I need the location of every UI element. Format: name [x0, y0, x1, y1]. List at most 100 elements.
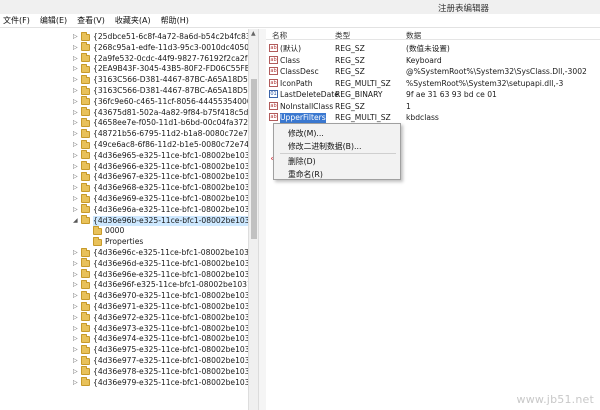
tree-item[interactable]: ▷ {48721b56-6795-11d2-b1a8-0080c72e74a2}	[0, 128, 248, 140]
expand-arrow-icon[interactable]: ▷	[73, 314, 78, 321]
tree-item-label: {4d36e979-e325-11ce-bfc1-08002be10318}	[93, 377, 248, 387]
tree-item[interactable]: ▷ {4d36e966-e325-11ce-bfc1-08002be10318}	[0, 161, 248, 173]
value-row[interactable]: ab Class REG_SZ Keyboard	[266, 55, 600, 67]
tree-scrollbar[interactable]: ▲	[248, 29, 258, 410]
collapse-arrow-icon[interactable]: ◢	[73, 217, 78, 224]
expand-arrow-icon[interactable]: ▷	[73, 109, 78, 116]
tree-item[interactable]: ▷ {4d36e96d-e325-11ce-bfc1-08002be10318}	[0, 258, 248, 270]
menu-view[interactable]: 查看(V)	[77, 15, 105, 26]
column-header-name[interactable]: 名称	[272, 30, 287, 41]
tree-item[interactable]: ▷ {2a9fe532-0cdc-44f9-9827-76192f2ca2fb}	[0, 53, 248, 65]
expand-arrow-icon[interactable]: ▷	[73, 206, 78, 213]
pane-splitter[interactable]	[258, 29, 266, 410]
expand-arrow-icon[interactable]: ▷	[73, 303, 78, 310]
tree-item[interactable]: ▷ {4d36e970-e325-11ce-bfc1-08002be10318}	[0, 290, 248, 302]
tree-item[interactable]: ▷ {43675d81-502a-4a82-9f84-b75f418c5dea}	[0, 107, 248, 119]
tree-item[interactable]: ▷ {4658ee7e-f050-11d1-b6bd-00c04fa372a7}	[0, 117, 248, 129]
expand-arrow-icon[interactable]: ▷	[73, 33, 78, 40]
tree-item[interactable]: ▷ {4d36e973-e325-11ce-bfc1-08002be10318}	[0, 323, 248, 335]
tree-item[interactable]: ▷ {4d36e96e-e325-11ce-bfc1-08002be10318}	[0, 269, 248, 281]
value-row[interactable]: ab IconPath REG_MULTI_SZ %SystemRoot%\Syste…	[266, 78, 600, 90]
tree-item-label: {36fc9e60-c465-11cf-8056-444553540000}	[93, 96, 248, 106]
menu-file[interactable]: 文件(F)	[3, 15, 30, 26]
expand-arrow-icon[interactable]: ▷	[73, 325, 78, 332]
expand-arrow-icon[interactable]: ▷	[73, 260, 78, 267]
expand-arrow-icon[interactable]: ▷	[73, 98, 78, 105]
expand-arrow-icon[interactable]: ▷	[73, 152, 78, 159]
expand-arrow-icon[interactable]: ▷	[73, 271, 78, 278]
tree-item[interactable]: ▷ {25dbce51-6c8f-4a72-8a6d-b54c2b4fc835}	[0, 31, 248, 43]
expand-arrow-icon[interactable]: ▷	[73, 65, 78, 72]
menu-help[interactable]: 帮助(H)	[161, 15, 189, 26]
expand-arrow-icon[interactable]: ▷	[73, 249, 78, 256]
context-menu-delete[interactable]: 删除(D)	[288, 156, 316, 167]
tree-item-label: {4d36e978-e325-11ce-bfc1-08002be10318}	[93, 366, 248, 376]
tree-item[interactable]: ▷ {4d36e978-e325-11ce-bfc1-08002be10318}	[0, 366, 248, 378]
value-row[interactable]: ab NoInstallClass REG_SZ 1	[266, 101, 600, 113]
column-header-data[interactable]: 数据	[406, 30, 421, 41]
tree-item[interactable]: ▷ {36fc9e60-c465-11cf-8056-444553540000}	[0, 96, 248, 108]
expand-arrow-icon[interactable]: ▷	[73, 368, 78, 375]
tree-item[interactable]: ▷ {4d36e96c-e325-11ce-bfc1-08002be10318}	[0, 247, 248, 259]
menu-bar: 文件(F) 编辑(E) 查看(V) 收藏夹(A) 帮助(H)	[0, 14, 600, 28]
folder-icon	[81, 96, 90, 106]
tree-item[interactable]: ▷ {4d36e965-e325-11ce-bfc1-08002be10318}	[0, 150, 248, 162]
expand-arrow-icon[interactable]: ▷	[73, 357, 78, 364]
expand-arrow-icon[interactable]: ▷	[73, 130, 78, 137]
tree-item[interactable]: ◢ {4d36e96b-e325-11ce-bfc1-08002be10318}	[0, 215, 248, 227]
tree-item-label: {4d36e972-e325-11ce-bfc1-08002be10318}	[93, 312, 248, 322]
expand-arrow-icon[interactable]: ▷	[73, 173, 78, 180]
tree-item[interactable]: ▷ {4d36e969-e325-11ce-bfc1-08002be10318}	[0, 193, 248, 205]
tree-item[interactable]: ▷ {4d36e979-e325-11ce-bfc1-08002be10318}	[0, 377, 248, 389]
expand-arrow-icon[interactable]: ▷	[73, 141, 78, 148]
tree-item[interactable]: Properties	[0, 236, 248, 248]
tree-item[interactable]: ▷ {4d36e96f-e325-11ce-bfc1-08002be10318}	[0, 279, 248, 291]
expand-arrow-icon[interactable]: ▷	[73, 119, 78, 126]
tree-item[interactable]: 0000	[0, 225, 248, 237]
tree-item[interactable]: ▷ {49ce6ac8-6f86-11d2-b1e5-0080c72e74a2}	[0, 139, 248, 151]
tree-item-label: {3163C566-D381-4467-87BC-A65A18D5B649}	[93, 86, 248, 95]
menu-favorites[interactable]: 收藏夹(A)	[115, 15, 151, 26]
value-row[interactable]: 01 LastDeleteDate REG_BINARY 9f ae 31 63 93…	[266, 89, 600, 101]
registry-key-tree[interactable]: ▷ {25dbce51-6c8f-4a72-8a6d-b54c2b4fc835} ▷…	[0, 29, 248, 410]
menu-edit[interactable]: 编辑(E)	[40, 15, 67, 26]
context-menu-rename[interactable]: 重命名(R)	[288, 169, 323, 180]
value-row[interactable]: ab (默认) REG_SZ (数值未设置)	[266, 43, 600, 55]
context-menu: 修改(M)... 修改二进制数据(B)... 删除(D) 重命名(R)	[273, 123, 401, 180]
tree-item[interactable]: ▷ {3163C566-D381-4467-87BC-A65A18D5B649}	[0, 85, 248, 97]
tree-item[interactable]: ▷ {4d36e974-e325-11ce-bfc1-08002be10318}	[0, 333, 248, 345]
value-row[interactable]: ab ClassDesc REG_SZ @%SystemRoot%\System32\…	[266, 66, 600, 78]
tree-item[interactable]: ▷ {3163C566-D381-4467-87BC-A65A18D5B648}	[0, 74, 248, 86]
expand-arrow-icon[interactable]: ▷	[73, 184, 78, 191]
expand-arrow-icon[interactable]: ▷	[73, 44, 78, 51]
expand-arrow-icon[interactable]: ▷	[73, 87, 78, 94]
tree-item[interactable]: ▷ {4d36e972-e325-11ce-bfc1-08002be10318}	[0, 312, 248, 324]
expand-arrow-icon[interactable]: ▷	[73, 281, 78, 288]
string-value-icon: ab	[269, 101, 278, 110]
value-name: IconPath	[280, 78, 313, 88]
expand-arrow-icon[interactable]: ▷	[73, 55, 78, 62]
expand-arrow-icon[interactable]: ▷	[73, 346, 78, 353]
value-row[interactable]: ab UpperFilters REG_MULTI_SZ kbdclass	[266, 112, 600, 124]
expand-arrow-icon[interactable]: ▷	[73, 292, 78, 299]
expand-arrow-icon[interactable]: ▷	[73, 195, 78, 202]
tree-item[interactable]: ▷ {4d36e975-e325-11ce-bfc1-08002be10318}	[0, 344, 248, 356]
folder-icon	[81, 182, 90, 192]
expand-arrow-icon[interactable]: ▷	[73, 163, 78, 170]
scrollbar-thumb[interactable]	[251, 79, 257, 239]
tree-item[interactable]: ▷ {268c95a1-edfe-11d3-95c3-0010dc4050a5}	[0, 42, 248, 54]
context-menu-modify[interactable]: 修改(M)...	[288, 128, 324, 139]
tree-item[interactable]: ▷ {4d36e971-e325-11ce-bfc1-08002be10318}	[0, 301, 248, 313]
expand-arrow-icon[interactable]: ▷	[73, 379, 78, 386]
expand-arrow-icon[interactable]: ▷	[73, 76, 78, 83]
context-menu-modify-binary[interactable]: 修改二进制数据(B)...	[288, 141, 361, 152]
tree-item[interactable]: ▷ {2EA9B43F-3045-43B5-80F2-FD06C55FBB90}	[0, 63, 248, 75]
column-header-type[interactable]: 类型	[335, 30, 350, 41]
tree-item[interactable]: ▷ {4d36e96a-e325-11ce-bfc1-08002be10318}	[0, 204, 248, 216]
scroll-up-arrow-icon[interactable]: ▲	[251, 30, 256, 37]
folder-icon	[81, 355, 90, 365]
tree-item[interactable]: ▷ {4d36e967-e325-11ce-bfc1-08002be10318}	[0, 171, 248, 183]
tree-item[interactable]: ▷ {4d36e968-e325-11ce-bfc1-08002be10318}	[0, 182, 248, 194]
expand-arrow-icon[interactable]: ▷	[73, 335, 78, 342]
tree-item[interactable]: ▷ {4d36e977-e325-11ce-bfc1-08002be10318}	[0, 355, 248, 367]
